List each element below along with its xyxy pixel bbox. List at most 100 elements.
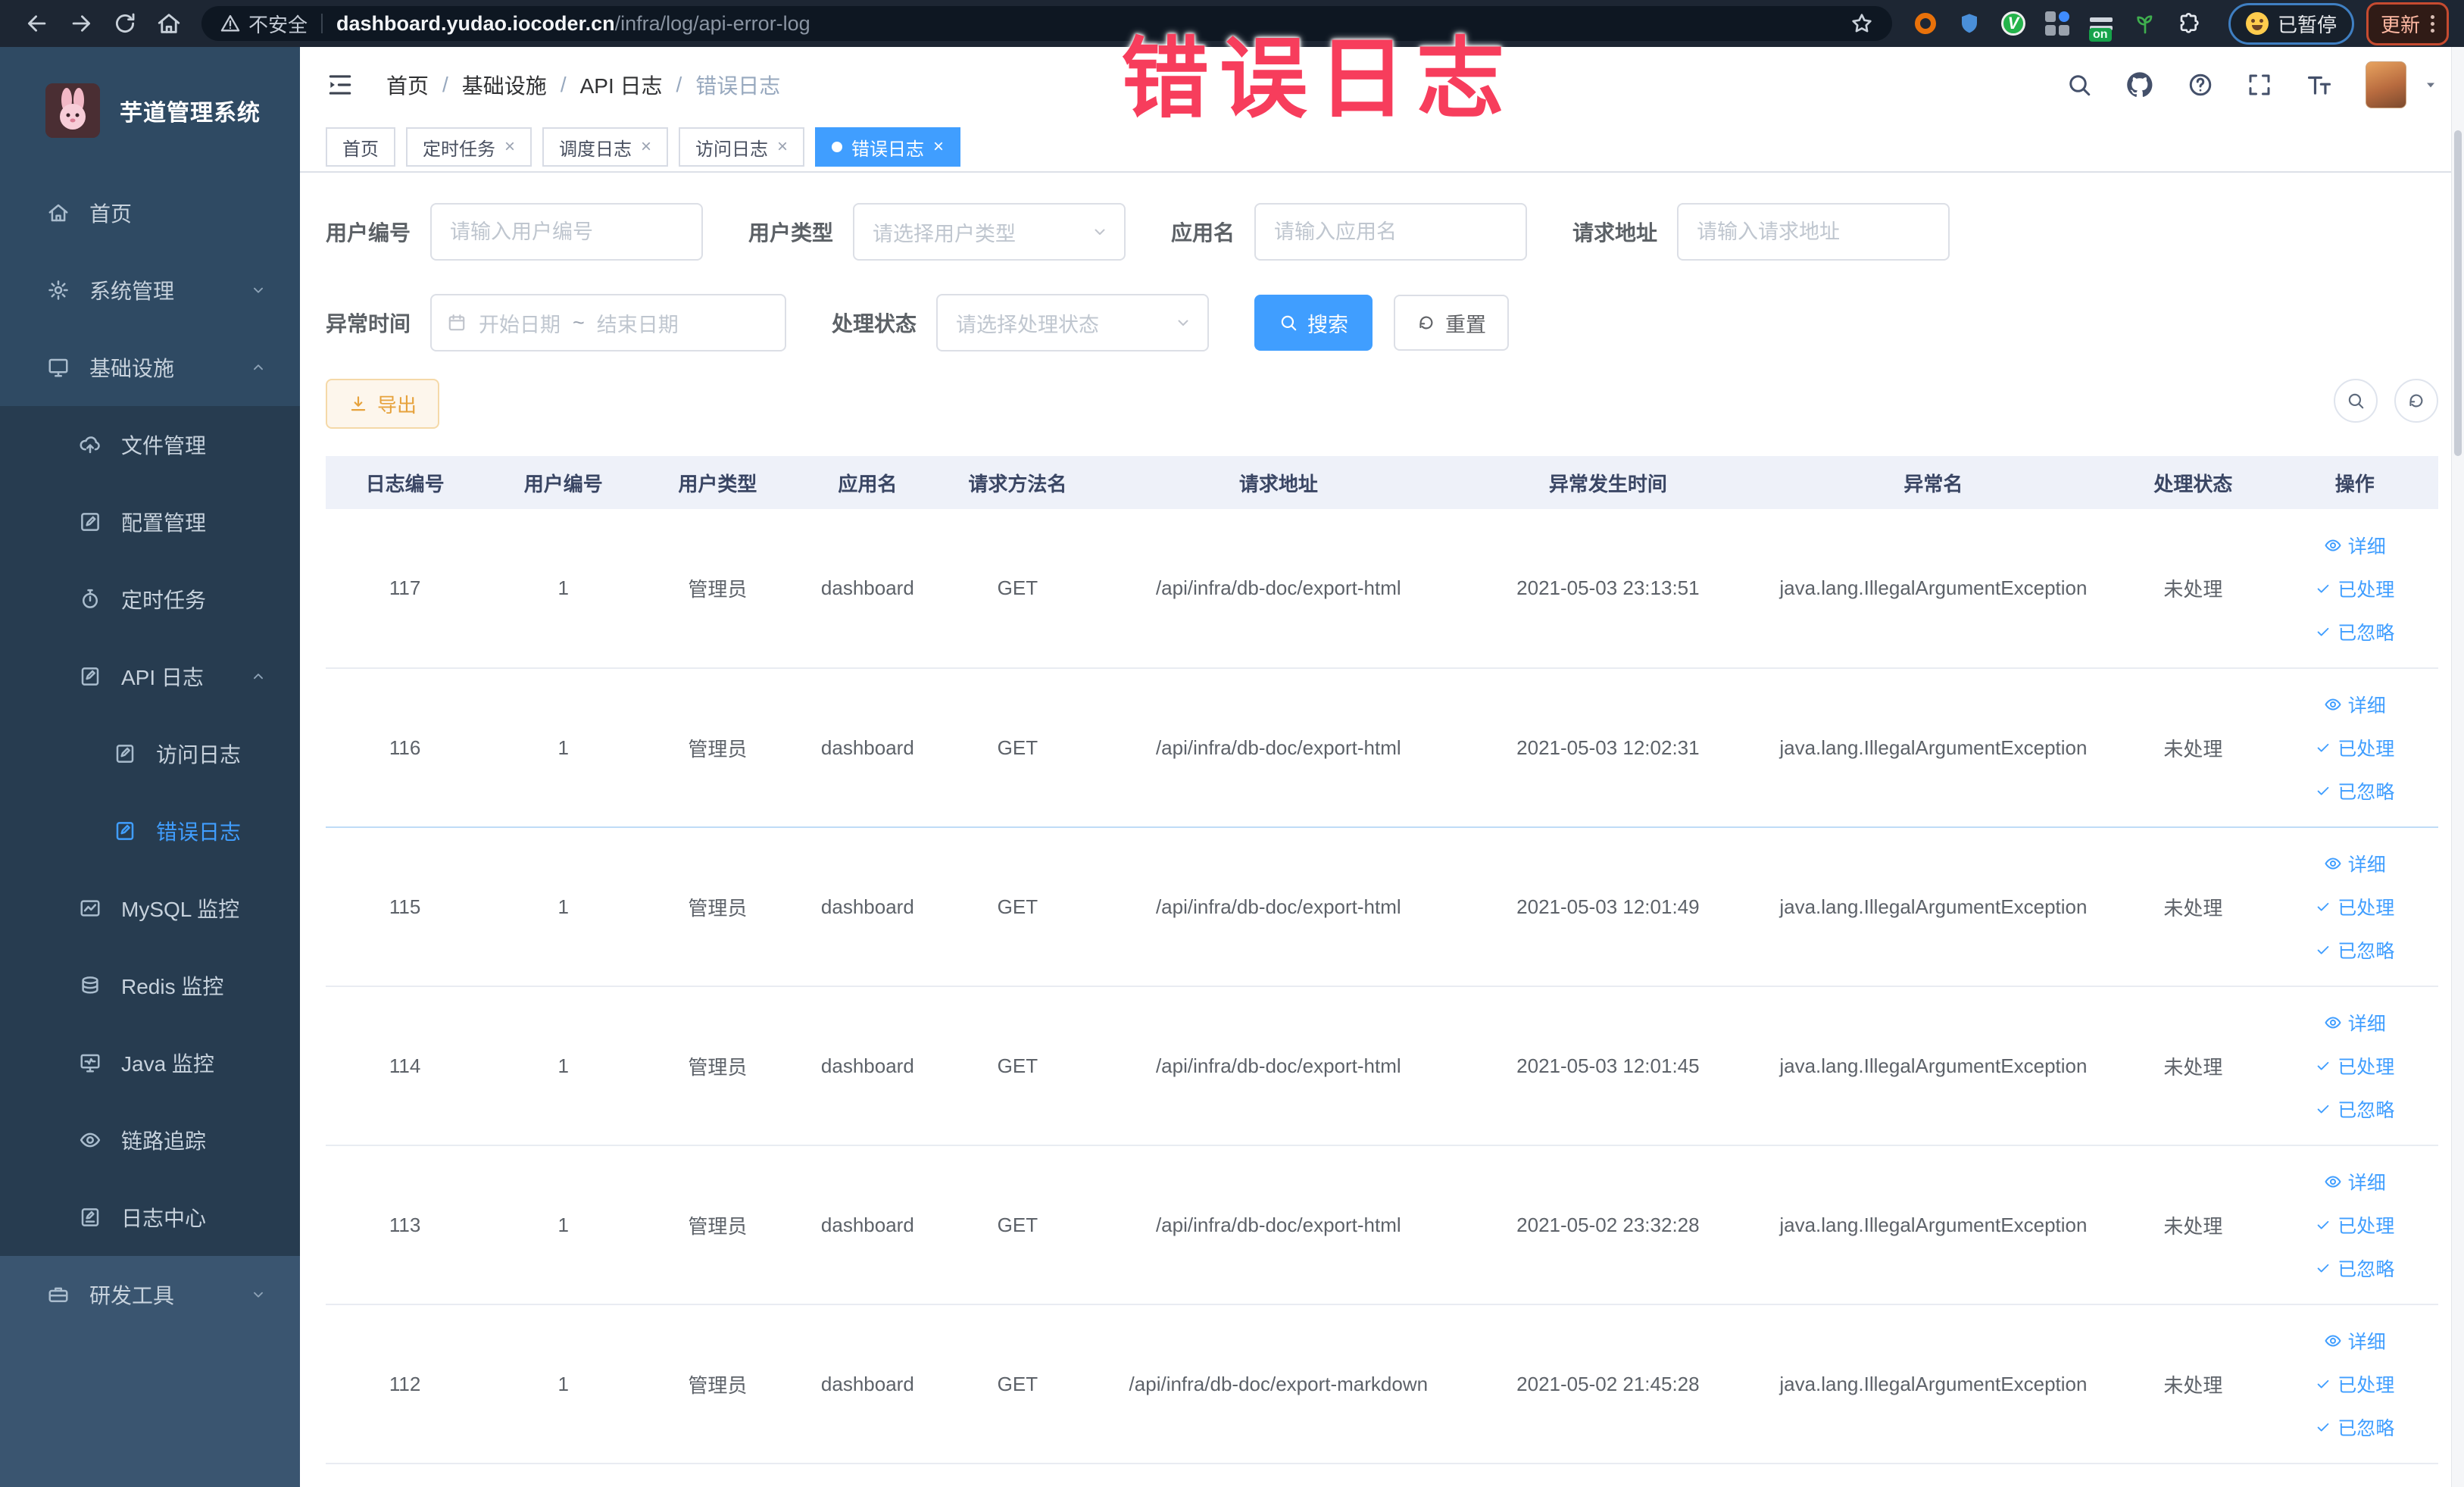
browser-reload-icon[interactable] bbox=[112, 11, 138, 36]
tab-首页[interactable]: 首页 bbox=[326, 127, 395, 167]
window-scrollbar[interactable] bbox=[2451, 47, 2464, 1487]
sidebar-toggle-icon[interactable] bbox=[326, 70, 354, 99]
sidebar-item-label: 基础设施 bbox=[89, 357, 175, 380]
detail-link[interactable]: 详细 bbox=[2272, 523, 2438, 567]
extension-v-icon[interactable]: V bbox=[2000, 10, 2027, 37]
back-icon bbox=[27, 15, 46, 32]
detail-link[interactable]: 详细 bbox=[2272, 683, 2438, 726]
tab-定时任务[interactable]: 定时任务 × bbox=[406, 127, 532, 167]
ignored-link[interactable]: 已忽略 bbox=[2272, 929, 2438, 972]
table-row: 117 1 管理员 dashboard GET/api/infra/db-doc/exp… bbox=[326, 509, 2438, 669]
sidebar-item-基础设施[interactable]: 基础设施 bbox=[0, 329, 300, 406]
github-icon[interactable] bbox=[2125, 70, 2155, 100]
processed-link[interactable]: 已处理 bbox=[2272, 1363, 2438, 1406]
processed-link[interactable]: 已处理 bbox=[2272, 886, 2438, 929]
refresh-table-button[interactable] bbox=[2394, 379, 2438, 423]
toggle-search-button[interactable] bbox=[2334, 379, 2378, 423]
cell-user_type: 管理员 bbox=[642, 827, 793, 987]
breadcrumb-item[interactable]: 基础设施 bbox=[462, 70, 547, 100]
export-button[interactable]: 导出 bbox=[326, 379, 440, 429]
date-range-picker[interactable]: 开始日期 ~ 结束日期 bbox=[430, 294, 787, 351]
main-area: 首页 / 基础设施 / API 日志 / 错误日志 首页 定时任务 × 调度日志 × 访问日志 × 错误日… bbox=[300, 47, 2464, 1487]
paused-badge[interactable]: 已暂停 bbox=[2228, 2, 2354, 45]
sidebar-item-Java 监控[interactable]: Java 监控 bbox=[0, 1024, 300, 1101]
sidebar-item-配置管理[interactable]: 配置管理 bbox=[0, 483, 300, 561]
cell-exception: java.lang.IllegalArgumentException bbox=[1751, 1304, 2116, 1464]
sidebar-item-MySQL 监控[interactable]: MySQL 监控 bbox=[0, 870, 300, 947]
eye-icon bbox=[2325, 1335, 2341, 1347]
ignored-link[interactable]: 已忽略 bbox=[2272, 1088, 2438, 1131]
browser-menu-icon[interactable] bbox=[2431, 14, 2434, 33]
cell-url: /api/infra/db-doc/export-markdown bbox=[1092, 1304, 1465, 1464]
processed-link[interactable]: 已处理 bbox=[2272, 1204, 2438, 1247]
sidebar-item-系统管理[interactable]: 系统管理 bbox=[0, 251, 300, 329]
extension-shield-icon[interactable] bbox=[1956, 10, 1983, 37]
font-size-icon[interactable] bbox=[2305, 70, 2334, 99]
app-logo-row[interactable]: 芋道管理系统 bbox=[0, 47, 300, 174]
search-icon[interactable] bbox=[2066, 71, 2093, 98]
sidebar-item-首页[interactable]: 首页 bbox=[0, 174, 300, 251]
detail-link[interactable]: 详细 bbox=[2272, 842, 2438, 886]
help-icon[interactable] bbox=[2187, 71, 2214, 98]
address-bar[interactable]: 不安全 dashboard.yudao.iocoder.cn /infra/lo… bbox=[201, 6, 1892, 41]
tab-调度日志[interactable]: 调度日志 × bbox=[542, 127, 669, 167]
user-type-select[interactable]: 请选择用户类型 bbox=[853, 203, 1126, 261]
fullscreen-icon[interactable] bbox=[2246, 71, 2273, 98]
tab-close-icon[interactable]: × bbox=[504, 138, 515, 156]
sidebar-item-定时任务[interactable]: 定时任务 bbox=[0, 561, 300, 638]
extension-ring-icon[interactable] bbox=[1912, 10, 1939, 37]
extension-leaf-icon[interactable] bbox=[2131, 10, 2159, 37]
tab-访问日志[interactable]: 访问日志 × bbox=[679, 127, 805, 167]
browser-back-icon[interactable] bbox=[24, 11, 50, 36]
extension-grid-icon[interactable] bbox=[2044, 10, 2071, 37]
sidebar-item-错误日志[interactable]: 错误日志 bbox=[0, 792, 300, 870]
sidebar-item-访问日志[interactable]: 访问日志 bbox=[0, 715, 300, 792]
detail-link[interactable]: 详细 bbox=[2272, 1001, 2438, 1045]
process-status-select[interactable]: 请选择处理状态 bbox=[936, 294, 1210, 351]
processed-link[interactable]: 已处理 bbox=[2272, 1045, 2438, 1088]
tab-close-icon[interactable]: × bbox=[777, 138, 788, 156]
detail-link[interactable]: 详细 bbox=[2272, 1320, 2438, 1363]
browser-forward-icon[interactable] bbox=[68, 11, 94, 36]
extensions-puzzle-icon[interactable] bbox=[2175, 10, 2203, 37]
breadcrumb-item[interactable]: 首页 bbox=[386, 70, 429, 100]
start-date-placeholder: 开始日期 bbox=[479, 313, 561, 336]
filter-process-status: 处理状态 请选择处理状态 bbox=[832, 294, 1210, 351]
ignored-link[interactable]: 已忽略 bbox=[2272, 610, 2438, 653]
app-name-input[interactable] bbox=[1254, 203, 1528, 261]
tab-错误日志[interactable]: 错误日志 × bbox=[815, 127, 961, 167]
request-url-input[interactable] bbox=[1677, 203, 1950, 261]
reset-button[interactable]: 重置 bbox=[1394, 295, 1510, 351]
on-badge: on bbox=[2088, 28, 2112, 42]
cell-user_id: 1 bbox=[484, 668, 643, 828]
ignored-link[interactable]: 已忽略 bbox=[2272, 1247, 2438, 1290]
sidebar-item-Redis 监控[interactable]: Redis 监控 bbox=[0, 947, 300, 1024]
update-button[interactable]: 更新 bbox=[2366, 2, 2449, 45]
caret-down-icon bbox=[2427, 83, 2434, 88]
detail-link[interactable]: 详细 bbox=[2272, 1161, 2438, 1204]
bookmark-star-icon[interactable] bbox=[1850, 11, 1874, 36]
extension-on-icon[interactable]: on bbox=[2088, 10, 2115, 42]
tab-close-icon[interactable]: × bbox=[933, 138, 944, 156]
cell-app: dashboard bbox=[792, 827, 943, 987]
sidebar-item-研发工具[interactable]: 研发工具 bbox=[0, 1256, 300, 1333]
processed-link[interactable]: 已处理 bbox=[2272, 726, 2438, 770]
user-menu-caret-icon[interactable] bbox=[2423, 77, 2438, 92]
breadcrumb-item[interactable]: API 日志 bbox=[580, 70, 663, 100]
check-icon bbox=[2317, 1220, 2329, 1229]
sidebar-item-文件管理[interactable]: 文件管理 bbox=[0, 406, 300, 483]
sidebar-item-API 日志[interactable]: API 日志 bbox=[0, 638, 300, 715]
user-id-input[interactable] bbox=[430, 203, 704, 261]
column-header-异常发生时间: 异常发生时间 bbox=[1464, 456, 1752, 509]
ignored-link[interactable]: 已忽略 bbox=[2272, 770, 2438, 813]
ignored-link[interactable]: 已忽略 bbox=[2272, 1406, 2438, 1449]
processed-link[interactable]: 已处理 bbox=[2272, 567, 2438, 610]
browser-home-icon[interactable] bbox=[156, 11, 182, 36]
sidebar-item-日志中心[interactable]: 日志中心 bbox=[0, 1179, 300, 1256]
sidebar-item-链路追踪[interactable]: 链路追踪 bbox=[0, 1101, 300, 1179]
avatar[interactable] bbox=[2366, 61, 2406, 108]
tab-close-icon[interactable]: × bbox=[641, 138, 651, 156]
scrollbar-thumb[interactable] bbox=[2454, 130, 2462, 456]
chevron-down-icon bbox=[1178, 320, 1188, 326]
search-button[interactable]: 搜索 bbox=[1254, 295, 1373, 351]
